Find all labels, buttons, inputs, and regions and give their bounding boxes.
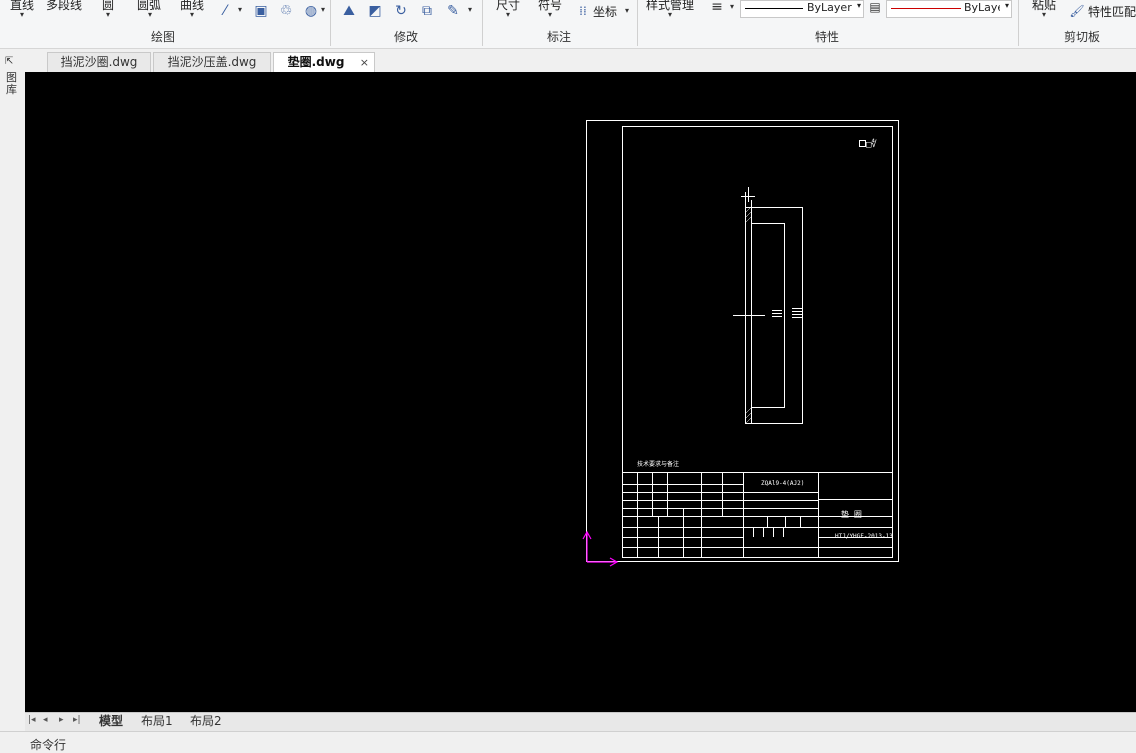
color-preview: [891, 8, 961, 9]
tech-note-text: 技术要求与备注: [637, 460, 679, 468]
circle-dropdown[interactable]: ▾: [106, 10, 110, 19]
dimension-marks: [772, 308, 802, 318]
linetype-value: ByLayer: [807, 1, 852, 14]
symbol-dropdown[interactable]: ▾: [548, 10, 552, 19]
sheet-outer-border: [586, 120, 899, 562]
first-layout-icon[interactable]: |◂: [28, 715, 36, 725]
line-dropdown[interactable]: ▾: [20, 10, 24, 19]
region-icon[interactable]: ♲: [277, 2, 295, 20]
layout-tabbar: |◂ ◂ ▸ ▸| 模型 布局1 布局2: [25, 712, 1136, 731]
material-text: ZQAl9-4(AJ2): [761, 480, 804, 487]
prev-layout-icon[interactable]: ◂: [43, 715, 48, 725]
stretch-icon[interactable]: ⛰: [340, 2, 358, 20]
coordinate-icon[interactable]: ⁞⁞: [574, 2, 592, 20]
clipboard-group-title: 剪切板: [1064, 30, 1101, 44]
tab-dangnisha-yagai[interactable]: 挡泥沙压盖.dwg: [153, 52, 271, 72]
match-properties-button[interactable]: 特性匹配: [1088, 3, 1136, 20]
coordinate-dropdown[interactable]: ▾: [625, 6, 629, 15]
boundary-icon[interactable]: ◍: [302, 2, 320, 20]
ribbon: 直线 ▾ 多段线 圆 ▾ 圆弧 ▾ 曲线 ▾ ⁄ ▾ ▣ ♲ ◍ ▾ 绘图 ⛰ …: [0, 0, 1136, 49]
tab-model[interactable]: 模型: [99, 713, 123, 730]
modify-group-title: 修改: [394, 30, 419, 44]
separator: [1018, 0, 1019, 46]
library-label[interactable]: 图库: [6, 72, 18, 96]
match-properties-icon[interactable]: 🖌: [1068, 2, 1086, 20]
lineweight-dropdown[interactable]: ▾: [730, 2, 734, 11]
document-tabs: 挡泥沙圈.dwg 挡泥沙压盖.dwg 垫圈.dwg ×: [25, 50, 1136, 72]
tab-dangnisha-quan[interactable]: 挡泥沙圈.dwg: [47, 52, 151, 72]
annotate-group-title: 标注: [547, 30, 572, 44]
command-line[interactable]: 命令行: [0, 731, 1136, 752]
modify-more-dropdown[interactable]: ▾: [468, 5, 472, 14]
part-name-text: 垫 圈: [841, 509, 862, 519]
separator: [482, 0, 483, 46]
draw-more-dropdown[interactable]: ▾: [321, 5, 325, 14]
separator: [330, 0, 331, 46]
drawing-canvas[interactable]: 技术要求与备注 ZQAl9-4(AJ2) 垫 圈 HTJ/YHGF-2013-1…: [25, 72, 1136, 712]
linetype-preview: [745, 8, 803, 9]
properties-group-title: 特性: [815, 30, 840, 44]
paste-dropdown[interactable]: ▾: [1042, 10, 1046, 19]
hatch-pattern-icon[interactable]: ▤: [866, 0, 884, 16]
linetype-combo[interactable]: ByLayer ▾: [740, 0, 864, 18]
color-value: ByLayer: [964, 1, 1000, 14]
tab-layout2[interactable]: 布局2: [190, 713, 222, 730]
chevron-down-icon: ▾: [1004, 1, 1009, 10]
command-line-label: 命令行: [30, 738, 67, 752]
library-icon[interactable]: ⇱: [5, 56, 13, 67]
last-layout-icon[interactable]: ▸|: [73, 715, 81, 725]
rotate-icon[interactable]: ↻: [392, 2, 410, 20]
dimension-dropdown[interactable]: ▾: [506, 10, 510, 19]
mirror-icon[interactable]: ◩: [366, 2, 384, 20]
tab-layout1[interactable]: 布局1: [141, 713, 173, 730]
tab-label: 垫圈.dwg: [287, 55, 345, 69]
separator: [637, 0, 638, 46]
next-layout-icon[interactable]: ▸: [59, 715, 64, 725]
draw-group-title: 绘图: [151, 30, 176, 44]
construction-line-dropdown[interactable]: ▾: [238, 5, 242, 14]
construction-line-icon[interactable]: ⁄: [216, 2, 234, 20]
arc-dropdown[interactable]: ▾: [148, 10, 152, 19]
copy-icon[interactable]: ⧉: [418, 2, 436, 20]
edit-icon[interactable]: ✎: [444, 2, 462, 20]
close-icon[interactable]: ×: [360, 53, 369, 72]
rectangle-hatch-icon[interactable]: ▣: [252, 2, 270, 20]
curve-dropdown[interactable]: ▾: [190, 10, 194, 19]
ucs-icon: [582, 530, 619, 567]
tab-dianquan[interactable]: 垫圈.dwg ×: [273, 52, 375, 72]
color-combo[interactable]: ByLayer ▾: [886, 0, 1012, 18]
washer-section-view: [733, 187, 803, 424]
style-manager-dropdown[interactable]: ▾: [668, 10, 672, 19]
drawing-number-text: HTJ/YHGF-2013-13: [835, 533, 893, 540]
lineweight-icon[interactable]: ≡: [708, 0, 726, 16]
coordinate-tool[interactable]: 坐标: [593, 3, 617, 20]
roughness-symbol: □∜: [866, 138, 877, 150]
polyline-tool[interactable]: 多段线: [46, 0, 82, 13]
chevron-down-icon: ▾: [856, 1, 861, 10]
drawing-svg: 技术要求与备注 ZQAl9-4(AJ2) 垫 圈 HTJ/YHGF-2013-1…: [582, 120, 899, 567]
left-toolstrip: ⇱ 图库: [0, 50, 26, 713]
roughness-box: [859, 140, 866, 147]
